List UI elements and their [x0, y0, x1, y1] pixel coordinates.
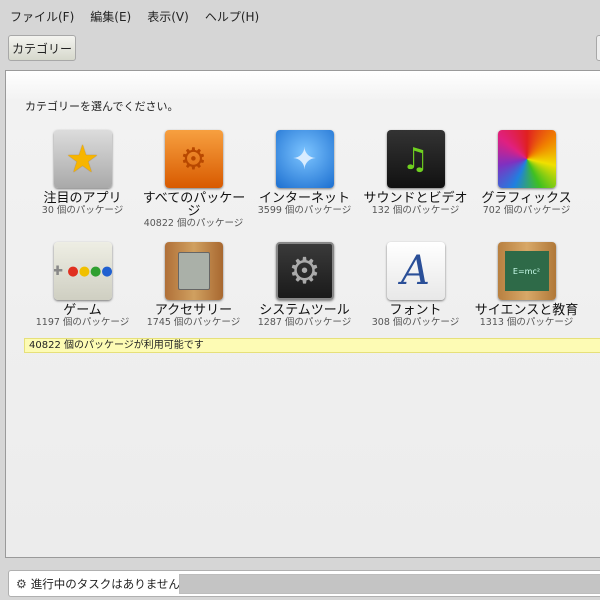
music-video-icon: ♫: [386, 130, 445, 188]
category-count: 132 個のパッケージ: [371, 205, 460, 216]
category-count: 308 個のパッケージ: [371, 317, 460, 328]
menu-view[interactable]: 表示(V): [147, 8, 189, 25]
gamepad-icon: ✚ ●●●●: [53, 242, 112, 300]
toolbar-right-button[interactable]: [596, 35, 600, 61]
category-count: 3599 個のパッケージ: [257, 205, 352, 216]
category-count: 1287 個のパッケージ: [257, 317, 352, 328]
task-status: 進行中のタスクはありません: [30, 576, 180, 591]
category-internet[interactable]: ✦ インターネット 3599 個のパッケージ: [249, 130, 360, 216]
menu-edit[interactable]: 編集(E): [90, 8, 131, 25]
category-label: 注目のアプリ: [43, 191, 122, 206]
category-label: ゲーム: [63, 303, 102, 318]
category-count: 40822 個のパッケージ: [143, 218, 244, 229]
category-panel: カテゴリーを選んでください。 ★ 注目のアプリ 30 個のパッケージ ⚙ すべて…: [5, 70, 600, 558]
category-prompt: カテゴリーを選んでください。: [25, 100, 179, 113]
category-all-packages[interactable]: ⚙ すべてのパッケージ 40822 個のパッケージ: [138, 130, 249, 229]
chalkboard-icon: E=mc²: [497, 242, 556, 300]
calculator-icon: [164, 242, 223, 300]
task-bar: ⚙ 進行中のタスクはありません: [8, 570, 600, 597]
menu-file[interactable]: ファイル(F): [10, 8, 74, 25]
category-featured[interactable]: ★ 注目のアプリ 30 個のパッケージ: [27, 130, 138, 216]
category-count: 1197 個のパッケージ: [35, 317, 130, 328]
star-icon: ★: [53, 130, 112, 188]
category-count: 1745 個のパッケージ: [146, 317, 241, 328]
category-science-education[interactable]: E=mc² サイエンスと教育 1313 個のパッケージ: [471, 242, 582, 328]
category-sound-video[interactable]: ♫ サウンドとビデオ 132 個のパッケージ: [360, 130, 471, 216]
font-icon: A: [386, 242, 445, 300]
category-button[interactable]: カテゴリー: [8, 35, 76, 61]
category-label: サウンドとビデオ: [363, 191, 468, 206]
category-fonts[interactable]: A フォント 308 個のパッケージ: [360, 242, 471, 328]
category-label: すべてのパッケージ: [142, 191, 246, 219]
category-graphics[interactable]: グラフィックス 702 個のパッケージ: [471, 130, 582, 216]
gear-icon: ⚙: [16, 576, 27, 591]
category-accessories[interactable]: アクセサリー 1745 個のパッケージ: [138, 242, 249, 328]
category-count: 30 個のパッケージ: [41, 205, 124, 216]
category-games[interactable]: ✚ ●●●● ゲーム 1197 個のパッケージ: [27, 242, 138, 328]
category-count: 702 個のパッケージ: [482, 205, 571, 216]
gears-icon: ⚙: [164, 130, 223, 188]
category-label: フォント: [389, 303, 442, 318]
category-count: 1313 個のパッケージ: [479, 317, 574, 328]
category-label: システムツール: [259, 303, 350, 318]
globe-icon: ✦: [275, 130, 334, 188]
category-label: グラフィックス: [481, 191, 572, 206]
package-status-bar: 40822 個のパッケージが利用可能です: [24, 338, 600, 353]
system-gear-icon: ⚙: [275, 242, 334, 300]
menu-bar: ファイル(F) 編集(E) 表示(V) ヘルプ(H): [10, 8, 259, 25]
color-wheel-icon: [497, 130, 556, 188]
category-label: サイエンスと教育: [474, 303, 579, 318]
task-progress-bar: [179, 574, 600, 594]
category-label: アクセサリー: [154, 303, 233, 318]
category-label: インターネット: [258, 191, 350, 206]
menu-help[interactable]: ヘルプ(H): [205, 8, 259, 25]
category-system-tools[interactable]: ⚙ システムツール 1287 個のパッケージ: [249, 242, 360, 328]
